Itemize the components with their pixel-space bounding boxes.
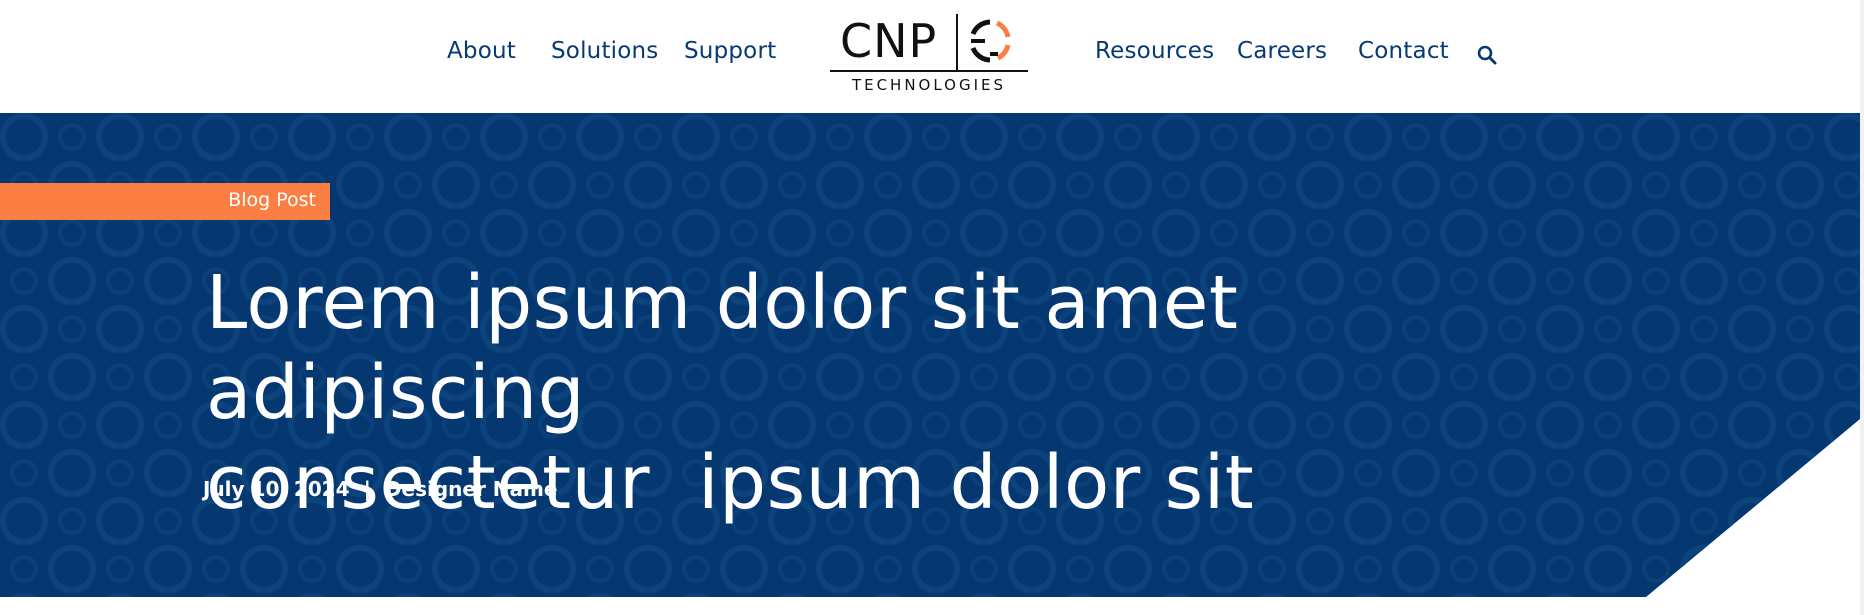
site-logo[interactable]: CNP TECHNOLOGIES bbox=[830, 12, 1028, 98]
nav-link-contact[interactable]: Contact bbox=[1358, 38, 1449, 64]
post-meta: July 10, 2024 | Designer Name bbox=[203, 477, 557, 501]
nav-link-solutions[interactable]: Solutions bbox=[551, 38, 658, 64]
hero-banner: Blog Post Lorem ipsum dolor sit amet adi… bbox=[0, 113, 1860, 597]
post-type-badge: Blog Post bbox=[0, 183, 330, 220]
page: About Solutions Support CNP TECHNOLOGIES… bbox=[0, 0, 1864, 615]
logo-wordmark: CNP bbox=[840, 14, 938, 68]
logo-divider bbox=[956, 14, 958, 70]
post-type-label: Blog Post bbox=[228, 189, 316, 211]
nav-link-careers[interactable]: Careers bbox=[1237, 38, 1327, 64]
post-author: Designer Name bbox=[384, 477, 558, 501]
nav-link-about[interactable]: About bbox=[447, 38, 516, 64]
scrollbar-track[interactable] bbox=[1860, 0, 1864, 615]
cnp-mark-icon bbox=[970, 19, 1011, 63]
search-icon[interactable] bbox=[1476, 44, 1498, 66]
nav-link-support[interactable]: Support bbox=[684, 38, 776, 64]
nav-link-resources[interactable]: Resources bbox=[1095, 38, 1214, 64]
logo-subtitle: TECHNOLOGIES bbox=[851, 76, 1007, 94]
post-date: July 10, 2024 bbox=[203, 477, 350, 501]
meta-separator: | bbox=[363, 477, 371, 501]
logo-rule bbox=[830, 70, 1028, 72]
site-header: About Solutions Support CNP TECHNOLOGIES… bbox=[0, 0, 1860, 113]
